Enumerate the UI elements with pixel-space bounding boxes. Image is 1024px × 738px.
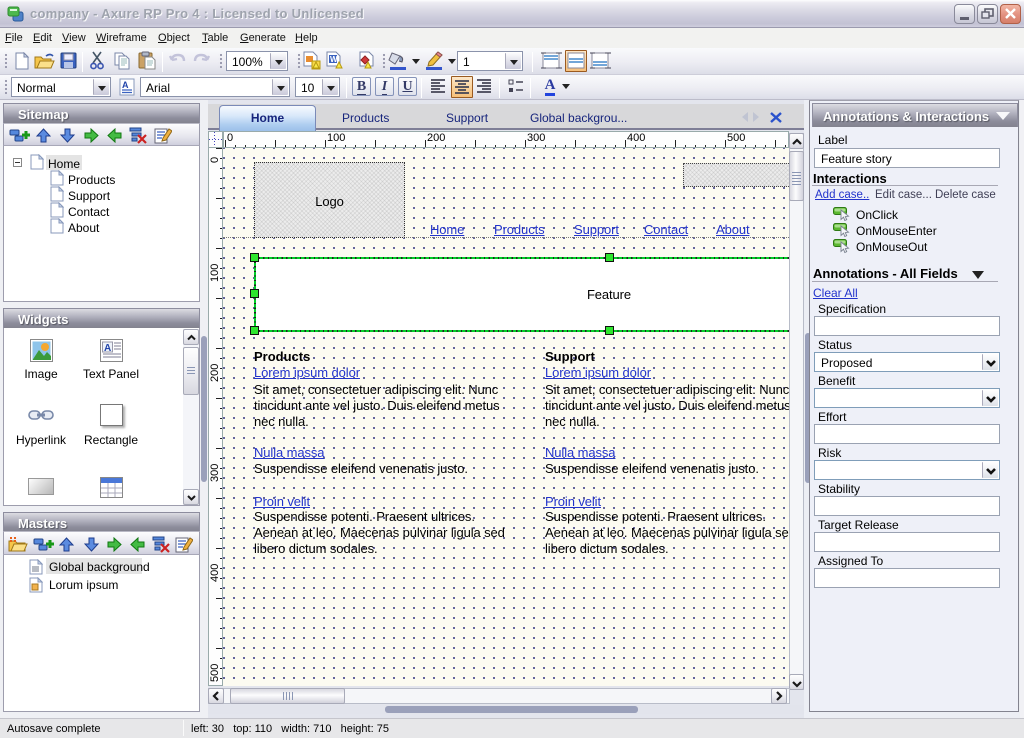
svg-text:A: A: [104, 343, 111, 354]
svg-text:A: A: [122, 80, 129, 90]
svg-text:W: W: [330, 55, 338, 64]
